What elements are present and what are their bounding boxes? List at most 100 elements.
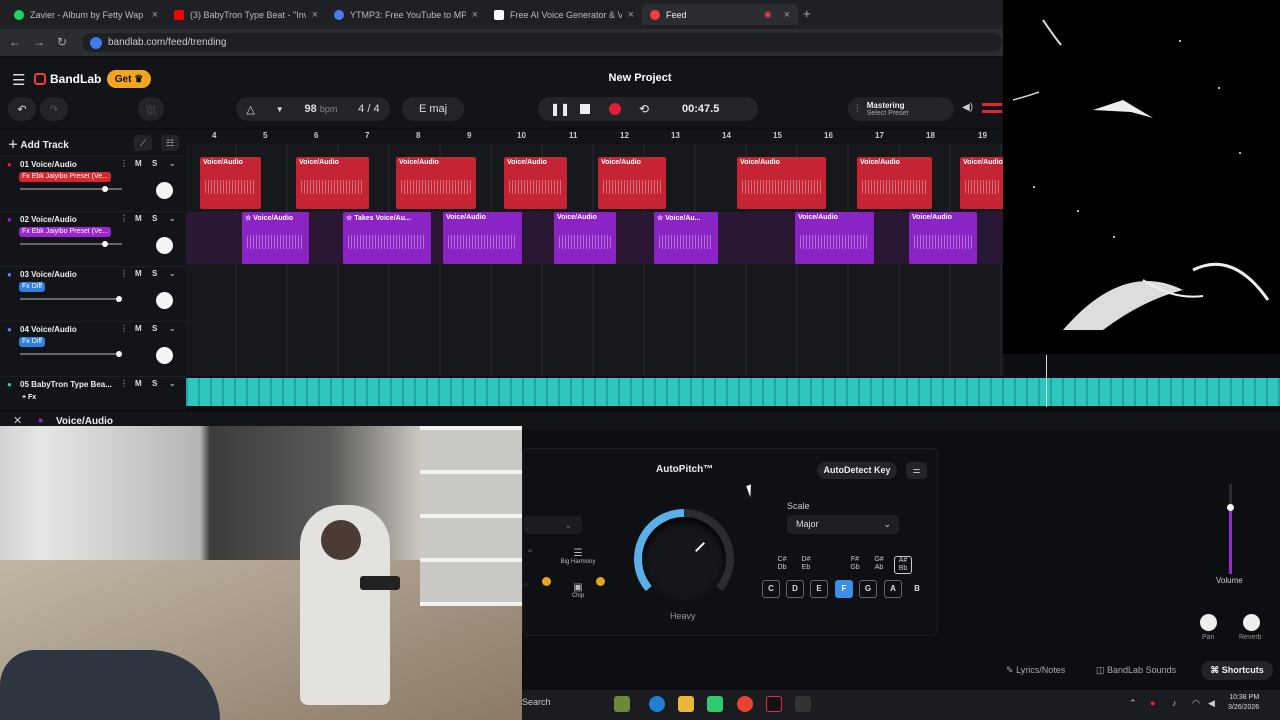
audio-clip[interactable]: Voice/Audio — [598, 157, 666, 209]
pan-knob[interactable] — [156, 182, 173, 199]
audio-clip[interactable]: Voice/Audio — [737, 157, 826, 209]
tiktok-icon[interactable] — [766, 696, 782, 712]
more-icon[interactable]: ⋮ — [120, 159, 128, 168]
bandlab-sounds-button[interactable]: ◫ BandLab Sounds — [1096, 665, 1176, 676]
get-membership-button[interactable]: Get ♛ — [107, 70, 151, 88]
mute-button[interactable]: M — [135, 214, 142, 223]
bandlab-logo[interactable]: BandLab — [34, 72, 101, 86]
chevron-down-icon[interactable]: ⌄ — [169, 269, 176, 278]
audio-clip[interactable]: Voice/Audio — [443, 212, 522, 264]
track-settings-icon[interactable]: ☷ — [161, 135, 179, 151]
taskbar-search[interactable]: Search — [522, 697, 551, 707]
fx-badge[interactable]: Fx Ebk Jaiyibo Preset (Ve... — [19, 227, 111, 237]
file-explorer-icon[interactable] — [678, 696, 694, 712]
key-b[interactable]: B — [908, 580, 926, 598]
magic-wand-icon[interactable]: ⟋ — [134, 135, 152, 151]
slider-thumb[interactable] — [102, 186, 108, 192]
tab-ytmp3[interactable]: YTMP3: Free YouTube to MP3 C × — [326, 4, 486, 25]
redo-button[interactable]: ↷ — [40, 97, 68, 121]
key-c[interactable]: C — [762, 580, 780, 598]
add-fx-button[interactable]: + Fx — [19, 393, 39, 403]
audio-clip[interactable]: Voice/Audio — [795, 212, 874, 264]
chevron-up-icon[interactable]: ⌃ — [1129, 698, 1137, 709]
pan-knob[interactable] — [156, 347, 173, 364]
track-name[interactable]: 05 BabyTron Type Bea... — [20, 380, 112, 389]
site-info-icon[interactable] — [90, 36, 102, 49]
solo-button[interactable]: S — [152, 379, 157, 388]
new-tab-button[interactable]: + — [803, 6, 811, 21]
mic-icon[interactable]: ♪ — [1172, 698, 1177, 708]
record-button[interactable] — [609, 103, 621, 115]
key-a[interactable]: A — [884, 580, 902, 598]
speaker-icon[interactable]: ◀) — [962, 102, 973, 113]
add-track-button[interactable]: ＋ Add Track — [8, 136, 69, 151]
track-row[interactable]: ● 04 Voice/Audio ⋮ M S ⌄ Fx Diff — [0, 321, 186, 375]
close-icon[interactable]: × — [784, 9, 790, 21]
bpm-value[interactable]: 98 bpm — [305, 103, 338, 115]
audio-clip[interactable]: Voice/Audio — [554, 212, 616, 264]
time-signature[interactable]: 4 / 4 — [358, 103, 379, 115]
mute-button[interactable]: M — [135, 379, 142, 388]
close-icon[interactable]: × — [152, 9, 158, 21]
chevron-down-icon[interactable]: ⌄ — [169, 379, 176, 388]
track-row[interactable]: ● 02 Voice/Audio ⋮ M S ⌄ Fx Ebk Jaiyibo … — [0, 211, 186, 265]
tab-youtube[interactable]: (3) BabyTron Type Beat - "Invas × — [166, 4, 326, 25]
shortcuts-button[interactable]: ⌘ Shortcuts — [1201, 661, 1273, 680]
loop-icon[interactable]: ⟲ — [639, 102, 649, 116]
tab-voice-generator[interactable]: Free AI Voice Generator & Voic × — [486, 4, 642, 25]
mute-button[interactable]: M — [135, 159, 142, 168]
reload-icon[interactable]: ↻ — [57, 35, 67, 49]
wifi-icon[interactable]: ◠ — [1192, 698, 1200, 709]
chrome-icon[interactable] — [737, 696, 753, 712]
scale-select[interactable]: Major ⌄ — [787, 515, 899, 534]
app-icon[interactable] — [707, 696, 723, 712]
more-icon[interactable]: ⋮ — [120, 214, 128, 223]
audio-clip[interactable]: Voice/Audio — [296, 157, 369, 209]
solo-button[interactable]: S — [152, 159, 157, 168]
autodetect-key-button[interactable]: AutoDetect Key — [817, 462, 897, 479]
close-icon[interactable]: × — [628, 9, 634, 21]
undo-button[interactable]: ↶ — [8, 97, 36, 121]
audio-clip[interactable]: Voice/Audio — [200, 157, 261, 209]
pan-knob[interactable] — [156, 292, 173, 309]
key-g[interactable]: G — [859, 580, 877, 598]
volume-slider[interactable] — [20, 351, 122, 357]
audio-clip[interactable]: ☆ Voice/Au... — [654, 212, 718, 264]
forward-icon[interactable]: → — [33, 35, 45, 49]
metronome-icon[interactable]: △ — [246, 103, 254, 116]
dial-knob[interactable] — [642, 517, 726, 601]
reverb-knob[interactable] — [1243, 614, 1260, 631]
track-row[interactable]: ● 01 Voice/Audio ⋮ M S ⌄ Fx Ebk Jaiyibo … — [0, 156, 186, 210]
track-name[interactable]: 03 Voice/Audio — [20, 270, 77, 279]
solo-button[interactable]: S — [152, 214, 157, 223]
track-row[interactable]: ● 05 BabyTron Type Bea... ⋮ M S ⌄ + Fx — [0, 376, 186, 410]
system-clock[interactable]: 10:38 PM 3/26/2026 — [1228, 693, 1259, 713]
track-name[interactable]: 01 Voice/Audio — [20, 160, 77, 169]
fx-badge[interactable]: Fx Diff — [19, 337, 46, 347]
sharp-key[interactable]: A# Bb — [894, 556, 912, 574]
sharp-key[interactable]: F# Gb — [846, 556, 864, 572]
sharp-key[interactable]: G# Ab — [870, 556, 888, 572]
audio-clip[interactable]: ☆ Takes Voice/Au... — [343, 212, 431, 264]
solo-button[interactable]: S — [152, 269, 157, 278]
edge-icon[interactable] — [649, 696, 665, 712]
menu-icon[interactable]: ☰ — [12, 71, 25, 89]
slider-thumb[interactable] — [102, 241, 108, 247]
beat-clip[interactable] — [186, 378, 1280, 406]
piano-icon[interactable]: ▥ — [138, 97, 164, 121]
audio-clip[interactable]: ☆ Voice/Audio — [242, 212, 309, 264]
key-d[interactable]: D — [786, 580, 804, 598]
solo-button[interactable]: S — [152, 324, 157, 333]
chevron-down-icon[interactable]: ▼ — [276, 105, 284, 114]
stop-icon[interactable] — [580, 104, 590, 114]
more-icon[interactable]: ⋮ — [120, 269, 128, 278]
audio-clip[interactable]: Voice/Audio — [857, 157, 932, 209]
track-name[interactable]: 04 Voice/Audio — [20, 325, 77, 334]
close-icon[interactable]: × — [472, 9, 478, 21]
mute-button[interactable]: M — [135, 269, 142, 278]
slider-thumb[interactable] — [116, 351, 122, 357]
track-row[interactable]: ● 03 Voice/Audio ⋮ M S ⌄ Fx Diff — [0, 266, 186, 320]
fx-badge[interactable]: Fx Diff — [19, 282, 46, 292]
mute-button[interactable]: M — [135, 324, 142, 333]
tab-feed[interactable]: Feed ◉ × — [642, 4, 798, 25]
